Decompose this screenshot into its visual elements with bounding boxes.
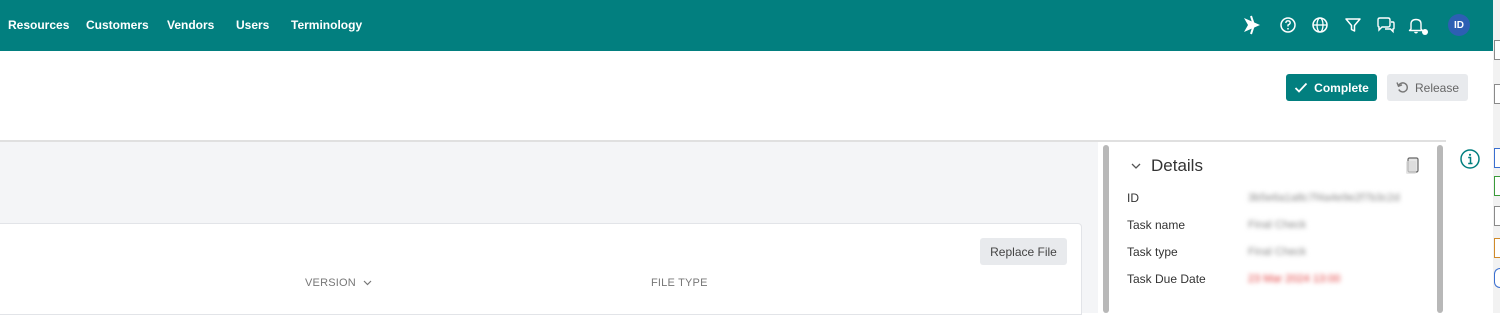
edge-tab[interactable] [1494, 206, 1500, 226]
launch-icon[interactable] [1241, 14, 1263, 36]
top-navigation-bar [0, 0, 1500, 51]
chevron-down-icon[interactable] [1130, 160, 1142, 172]
release-button[interactable]: Release [1387, 74, 1468, 101]
nav-item-customers[interactable]: Customers [86, 18, 149, 32]
edge-tab[interactable] [1494, 176, 1500, 196]
chat-icon[interactable] [1375, 14, 1397, 36]
globe-icon[interactable] [1309, 14, 1331, 36]
detail-label-task-type: Task type [1127, 245, 1178, 259]
sort-chevron-icon [363, 280, 372, 286]
files-card [0, 223, 1082, 315]
edge-tab[interactable] [1494, 238, 1500, 258]
detail-value-due-date: 23 Mar 2024 13:00 [1248, 273, 1341, 285]
edge-tab[interactable] [1494, 84, 1500, 104]
detail-value-task-name: Final Check [1248, 219, 1307, 231]
detail-label-id: ID [1127, 191, 1139, 205]
copy-icon[interactable] [1403, 156, 1423, 176]
nav-item-users[interactable]: Users [236, 18, 269, 32]
nav-item-resources[interactable]: Resources [8, 18, 69, 32]
undo-icon [1396, 82, 1408, 93]
notification-badge [1422, 29, 1428, 35]
complete-button[interactable]: Complete [1286, 74, 1377, 101]
nav-item-terminology[interactable]: Terminology [291, 18, 362, 32]
edge-tab[interactable] [1494, 148, 1500, 168]
edge-tab[interactable] [1494, 40, 1500, 60]
avatar[interactable]: ID [1448, 14, 1470, 36]
info-icon[interactable] [1459, 148, 1481, 170]
detail-value-id: 3b5e6a1a8c7f4a4e9e2f7b3c2d [1248, 192, 1400, 204]
detail-label-due-date: Task Due Date [1127, 272, 1206, 286]
help-icon[interactable] [1277, 14, 1299, 36]
check-icon [1295, 82, 1308, 93]
main-scrollbar[interactable] [1103, 145, 1109, 313]
edge-tab[interactable] [1494, 268, 1500, 288]
column-header-file-type[interactable]: FILE TYPE [651, 277, 708, 289]
release-button-label: Release [1414, 80, 1460, 95]
column-header-version[interactable]: VERSION [305, 277, 372, 289]
nav-item-vendors[interactable]: Vendors [167, 18, 214, 32]
detail-value-task-type: Final Check [1248, 246, 1307, 258]
column-header-version-label: VERSION [305, 277, 356, 289]
replace-file-button[interactable]: Replace File [980, 238, 1067, 265]
filter-icon[interactable] [1342, 14, 1364, 36]
details-scrollbar[interactable] [1437, 145, 1443, 313]
detail-label-task-name: Task name [1127, 218, 1186, 232]
details-title: Details [1151, 156, 1203, 175]
complete-button-label: Complete [1314, 80, 1369, 95]
